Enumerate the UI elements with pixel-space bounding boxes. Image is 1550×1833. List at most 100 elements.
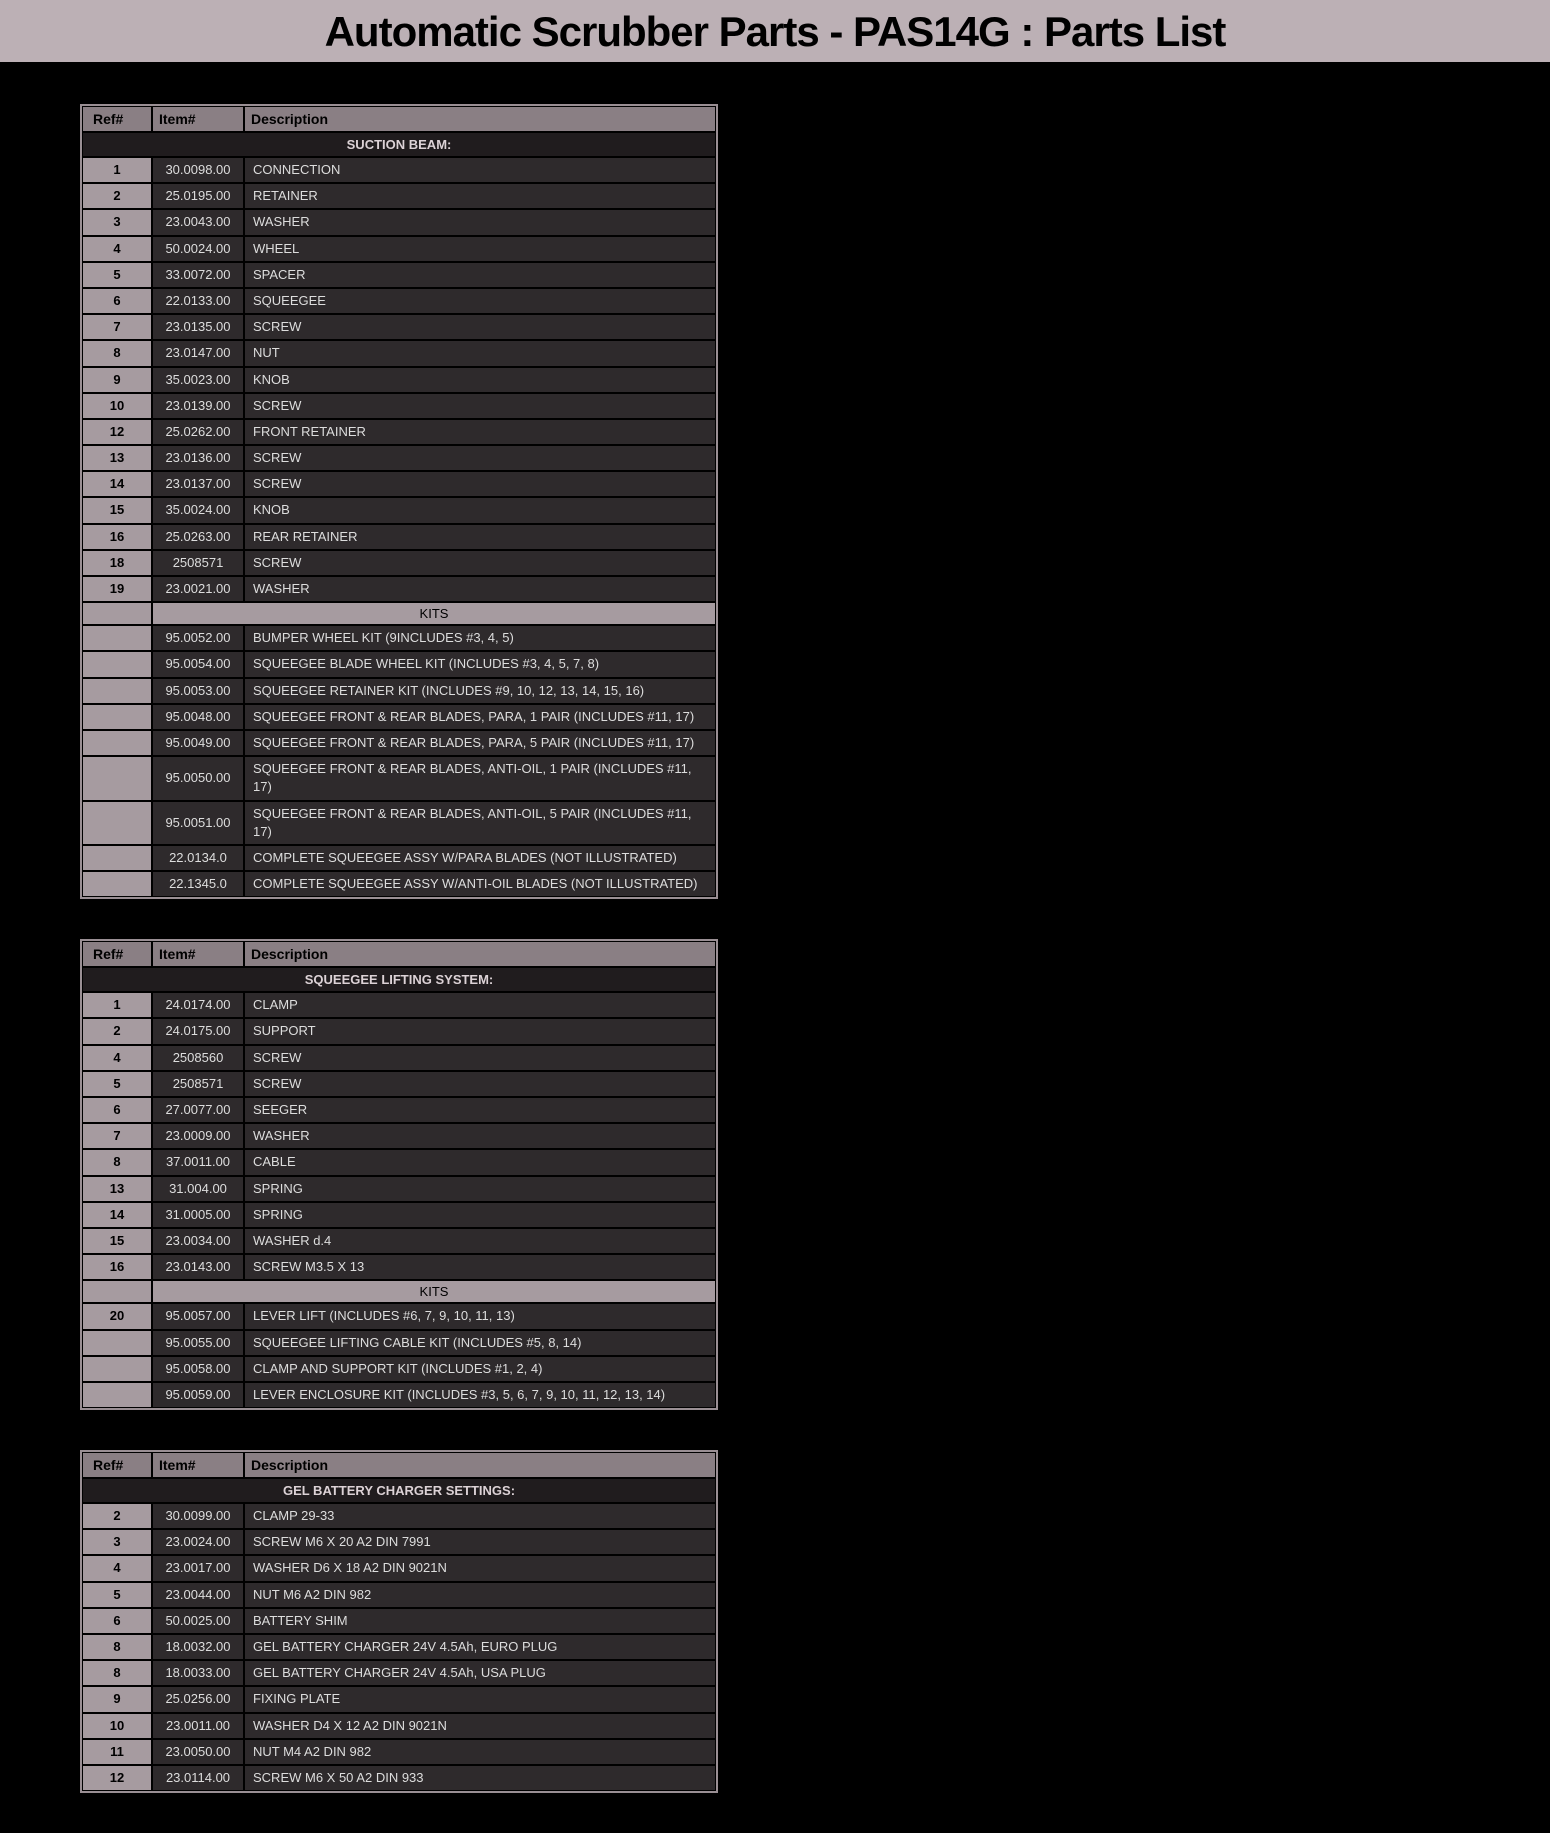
desc-cell: CLAMP <box>244 992 716 1018</box>
desc-cell: KNOB <box>244 367 716 393</box>
desc-cell: NUT M4 A2 DIN 982 <box>244 1739 716 1765</box>
table-row: 323.0024.00SCREW M6 X 20 A2 DIN 7991 <box>82 1529 716 1555</box>
table-row: 1223.0114.00SCREW M6 X 50 A2 DIN 933 <box>82 1765 716 1791</box>
item-cell: 23.0137.00 <box>152 471 244 497</box>
desc-cell: COMPLETE SQUEEGEE ASSY W/PARA BLADES (NO… <box>244 845 716 871</box>
ref-cell: 11 <box>82 1739 152 1765</box>
parts-table: Ref#Item#DescriptionSUCTION BEAM:130.009… <box>80 104 718 899</box>
item-cell: 24.0175.00 <box>152 1018 244 1044</box>
ref-cell: 4 <box>82 1045 152 1071</box>
ref-cell: 9 <box>82 1686 152 1712</box>
item-cell: 23.0143.00 <box>152 1254 244 1280</box>
item-cell: 25.0263.00 <box>152 524 244 550</box>
table-row: 1625.0263.00REAR RETAINER <box>82 524 716 550</box>
desc-cell: BATTERY SHIM <box>244 1608 716 1634</box>
desc-cell: NUT <box>244 340 716 366</box>
desc-cell: REAR RETAINER <box>244 524 716 550</box>
desc-cell: SCREW M3.5 X 13 <box>244 1254 716 1280</box>
desc-cell: SCREW <box>244 471 716 497</box>
item-cell: 33.0072.00 <box>152 262 244 288</box>
table-row: 1523.0034.00WASHER d.4 <box>82 1228 716 1254</box>
item-cell: 37.0011.00 <box>152 1149 244 1175</box>
table-row: 42508560SCREW <box>82 1045 716 1071</box>
section-title: SUCTION BEAM: <box>82 132 716 157</box>
item-cell: 23.0021.00 <box>152 576 244 602</box>
section-title-row: SQUEEGEE LIFTING SYSTEM: <box>82 967 716 992</box>
desc-cell: SPRING <box>244 1202 716 1228</box>
desc-cell: CONNECTION <box>244 157 716 183</box>
item-cell: 95.0049.00 <box>152 730 244 756</box>
desc-cell: WASHER D4 X 12 A2 DIN 9021N <box>244 1713 716 1739</box>
item-cell: 23.0034.00 <box>152 1228 244 1254</box>
table-row: 1123.0050.00NUT M4 A2 DIN 982 <box>82 1739 716 1765</box>
item-cell: 50.0025.00 <box>152 1608 244 1634</box>
desc-cell: SQUEEGEE FRONT & REAR BLADES, PARA, 5 PA… <box>244 730 716 756</box>
item-cell: 95.0058.00 <box>152 1356 244 1382</box>
desc-cell: BUMPER WHEEL KIT (9INCLUDES #3, 4, 5) <box>244 625 716 651</box>
desc-cell: LEVER LIFT (INCLUDES #6, 7, 9, 10, 11, 1… <box>244 1303 716 1329</box>
table-row: 818.0032.00GEL BATTERY CHARGER 24V 4.5Ah… <box>82 1634 716 1660</box>
section-title: SQUEEGEE LIFTING SYSTEM: <box>82 967 716 992</box>
kits-header-row: KITS <box>82 1280 716 1303</box>
desc-cell: SQUEEGEE FRONT & REAR BLADES, ANTI-OIL, … <box>244 756 716 800</box>
desc-cell: SCREW <box>244 550 716 576</box>
item-cell: 95.0051.00 <box>152 801 244 845</box>
desc-cell: SQUEEGEE LIFTING CABLE KIT (INCLUDES #5,… <box>244 1330 716 1356</box>
desc-cell: SQUEEGEE FRONT & REAR BLADES, PARA, 1 PA… <box>244 704 716 730</box>
table-row: 650.0025.00BATTERY SHIM <box>82 1608 716 1634</box>
ref-cell: 6 <box>82 1608 152 1634</box>
ref-cell: 12 <box>82 1765 152 1791</box>
desc-cell: WASHER <box>244 209 716 235</box>
ref-cell: 8 <box>82 1634 152 1660</box>
desc-cell: SCREW M6 X 50 A2 DIN 933 <box>244 1765 716 1791</box>
ref-cell <box>82 1330 152 1356</box>
ref-cell <box>82 1382 152 1408</box>
table-row: 1323.0136.00SCREW <box>82 445 716 471</box>
table-row: 95.0055.00SQUEEGEE LIFTING CABLE KIT (IN… <box>82 1330 716 1356</box>
parts-table: Ref#Item#DescriptionSQUEEGEE LIFTING SYS… <box>80 939 718 1410</box>
desc-cell: SQUEEGEE FRONT & REAR BLADES, ANTI-OIL, … <box>244 801 716 845</box>
ref-cell: 13 <box>82 445 152 471</box>
kits-header-row: KITS <box>82 602 716 625</box>
col-header-item: Item# <box>152 1452 244 1478</box>
ref-cell: 6 <box>82 1097 152 1123</box>
item-cell: 95.0055.00 <box>152 1330 244 1356</box>
table-row: 935.0023.00KNOB <box>82 367 716 393</box>
desc-cell: WASHER D6 X 18 A2 DIN 9021N <box>244 1555 716 1581</box>
desc-cell: NUT M6 A2 DIN 982 <box>244 1582 716 1608</box>
table-row: 533.0072.00SPACER <box>82 262 716 288</box>
ref-cell: 7 <box>82 1123 152 1149</box>
ref-cell: 16 <box>82 524 152 550</box>
desc-cell: WASHER <box>244 576 716 602</box>
item-cell: 27.0077.00 <box>152 1097 244 1123</box>
ref-cell <box>82 651 152 677</box>
ref-cell: 7 <box>82 314 152 340</box>
table-row: 182508571SCREW <box>82 550 716 576</box>
ref-cell: 14 <box>82 1202 152 1228</box>
desc-cell: SCREW <box>244 393 716 419</box>
desc-cell: SCREW <box>244 445 716 471</box>
ref-cell: 8 <box>82 1149 152 1175</box>
table-row: 124.0174.00CLAMP <box>82 992 716 1018</box>
table-row: 622.0133.00SQUEEGEE <box>82 288 716 314</box>
item-cell: 25.0195.00 <box>152 183 244 209</box>
ref-cell <box>82 1356 152 1382</box>
item-cell: 23.0135.00 <box>152 314 244 340</box>
ref-cell: 1 <box>82 157 152 183</box>
kits-label: KITS <box>152 1280 716 1303</box>
item-cell: 35.0023.00 <box>152 367 244 393</box>
item-cell: 25.0256.00 <box>152 1686 244 1712</box>
table-header-row: Ref#Item#Description <box>82 1452 716 1478</box>
ref-cell: 10 <box>82 393 152 419</box>
desc-cell: CABLE <box>244 1149 716 1175</box>
desc-cell: SCREW <box>244 1045 716 1071</box>
table-row: 450.0024.00WHEEL <box>82 236 716 262</box>
kits-blank-cell <box>82 1280 152 1303</box>
table-row: 1423.0137.00SCREW <box>82 471 716 497</box>
ref-cell <box>82 845 152 871</box>
item-cell: 23.0114.00 <box>152 1765 244 1791</box>
desc-cell: WASHER d.4 <box>244 1228 716 1254</box>
table-row: 95.0049.00SQUEEGEE FRONT & REAR BLADES, … <box>82 730 716 756</box>
table-header-row: Ref#Item#Description <box>82 106 716 132</box>
ref-cell: 14 <box>82 471 152 497</box>
